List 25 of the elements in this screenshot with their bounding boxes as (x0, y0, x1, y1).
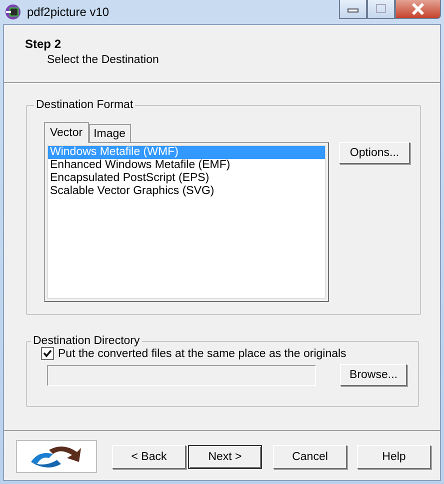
options-button[interactable]: Options... (339, 142, 410, 164)
step-title: Step 2 (25, 37, 62, 51)
list-item[interactable]: Enhanced Windows Metafile (EMF) (48, 159, 325, 172)
list-item[interactable]: Encapsulated PostScript (EPS) (48, 172, 325, 185)
list-item[interactable]: Scalable Vector Graphics (SVG) (48, 185, 325, 198)
app-icon (5, 4, 21, 20)
nav-button[interactable]: Cancel (273, 444, 347, 468)
group-label: Destination Directory (32, 335, 141, 347)
nav-button[interactable]: Help (357, 444, 431, 468)
checkbox-label: Put the converted files at the same place as the originals (58, 348, 346, 360)
nav-button[interactable]: < Back (112, 444, 186, 468)
checkbox[interactable] (41, 347, 54, 360)
maximize-icon (375, 4, 387, 14)
window-title: pdf2picture v10 (27, 5, 110, 19)
tab[interactable]: Image (88, 124, 131, 142)
close-button[interactable] (395, 0, 441, 19)
browse-button[interactable]: Browse... (340, 364, 407, 386)
minimize-button[interactable] (339, 0, 367, 19)
nav-button[interactable]: Next > (188, 444, 262, 468)
group-label: Destination Format (35, 99, 134, 111)
maximize-button[interactable] (367, 0, 395, 19)
check-icon (43, 349, 52, 358)
step-subtitle: Select the Destination (46, 54, 160, 66)
tab[interactable]: Vector (44, 122, 89, 143)
close-icon (411, 3, 425, 15)
